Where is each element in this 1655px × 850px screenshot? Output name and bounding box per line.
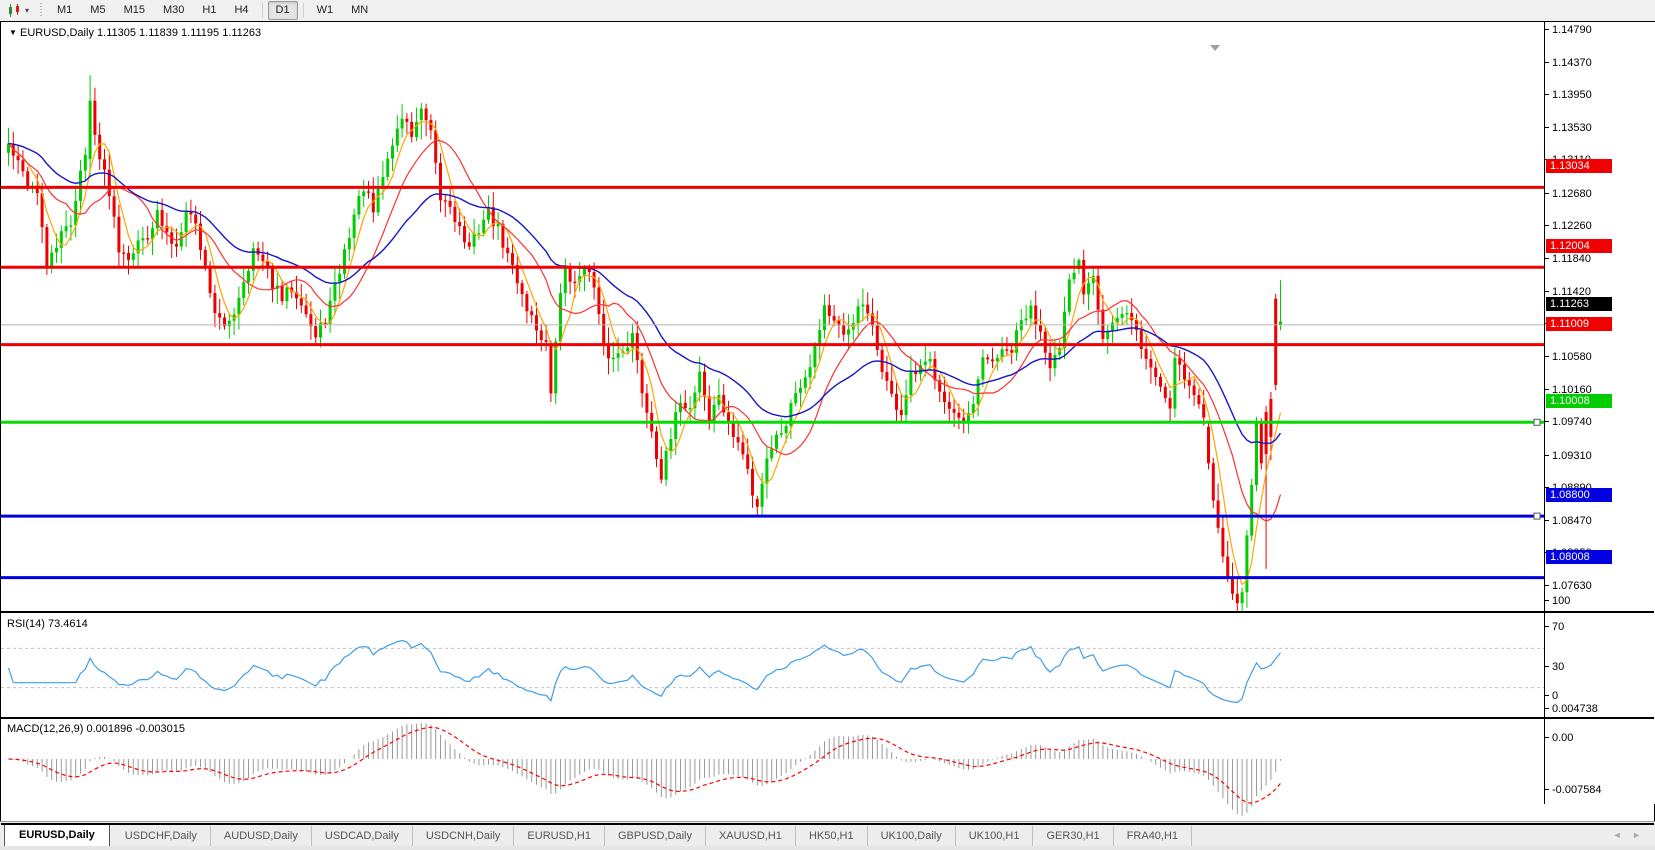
- chart-tab-hk50-h1[interactable]: HK50,H1: [796, 826, 868, 847]
- timeframe-button-h1[interactable]: H1: [194, 1, 224, 20]
- timeframe-button-m15[interactable]: M15: [116, 1, 153, 20]
- price-line-label: 1.08800: [1546, 488, 1612, 502]
- timeframe-toolbar: M1M5M15M30H1H4 D1 W1MN: [48, 1, 377, 20]
- toolbar-separator: [303, 3, 304, 18]
- price-tick-label: 1.08470: [1545, 515, 1592, 527]
- price-tick-label: 1.13950: [1545, 89, 1592, 101]
- price-tick-label: 1.09740: [1545, 416, 1592, 428]
- chart-tab-usdcnh-daily[interactable]: USDCNH,Daily: [413, 826, 515, 847]
- price-tick-label: 1.11840: [1545, 253, 1591, 265]
- price-line-label: 1.08008: [1546, 550, 1612, 564]
- price-axis: 1.147901.143701.139501.135301.131101.126…: [1544, 22, 1655, 804]
- price-tick-label: 1.13530: [1545, 122, 1592, 134]
- chart-tab-fra40-h1[interactable]: FRA40,H1: [1114, 826, 1192, 847]
- chart-window: ▼ EURUSD,Daily 1.11305 1.11839 1.11195 1…: [0, 21, 1655, 822]
- mt4-window: ▾ M1M5M15M30H1H4 D1 W1MN ▼ EURUSD,Daily 1.…: [0, 0, 1655, 850]
- mini-candles-icon: [8, 4, 22, 17]
- chart-title: ▼ EURUSD,Daily 1.11305 1.11839 1.11195 1…: [9, 27, 261, 39]
- line-drag-handle[interactable]: [1534, 513, 1540, 519]
- price-line-label: 1.11009: [1546, 317, 1612, 331]
- chart-tab-uk100-daily[interactable]: UK100,Daily: [868, 826, 956, 847]
- price-tick-label: 1.14370: [1545, 57, 1592, 69]
- macd-tick-label: -0.007584: [1545, 784, 1602, 796]
- tab-scroll-left-icon[interactable]: ◄: [1613, 830, 1622, 840]
- price-tick-label: 1.11420: [1545, 286, 1591, 298]
- chart-type-icon[interactable]: ▾: [5, 3, 32, 18]
- timeframe-button-d1[interactable]: D1: [268, 1, 298, 20]
- timeframe-button-m5[interactable]: M5: [82, 1, 113, 20]
- price-line-label: 1.13034: [1546, 159, 1612, 173]
- dropdown-caret-icon[interactable]: ▾: [25, 6, 29, 15]
- chart-quotes: 1.11305 1.11839 1.11195 1.11263: [97, 27, 261, 39]
- price-line-label: 1.10008: [1546, 394, 1612, 408]
- macd-label: MACD(12,26,9) 0.001896 -0.003015: [7, 723, 185, 735]
- chart-symbol: EURUSD,Daily: [20, 27, 94, 39]
- price-line-label: 1.11263: [1546, 297, 1612, 311]
- line-drag-handle[interactable]: [1534, 419, 1540, 425]
- rsi-label: RSI(14) 73.4614: [7, 618, 88, 630]
- timeframe-button-m1[interactable]: M1: [49, 1, 80, 20]
- macd-tick-label: 0.004738: [1545, 703, 1598, 715]
- rsi-tick-label: 100: [1545, 595, 1570, 607]
- symbol-dropdown-icon[interactable]: ▼: [9, 28, 17, 37]
- price-tick-label: 1.07630: [1545, 580, 1592, 592]
- toolbar: ▾ M1M5M15M30H1H4 D1 W1MN: [0, 0, 1655, 22]
- pane-splitter: [1, 823, 1654, 825]
- pane-splitter[interactable]: [1, 717, 1654, 719]
- price-tick-label: 1.12680: [1545, 188, 1592, 200]
- tab-scroll-arrows: ◄ ►: [1609, 830, 1645, 840]
- rsi-tick-label: 70: [1545, 621, 1564, 633]
- toolbar-separator: [262, 3, 263, 18]
- chart-tab-eurusd-daily[interactable]: EURUSD,Daily: [4, 824, 110, 847]
- price-tick-label: 1.10580: [1545, 351, 1592, 363]
- macd-tick-label: 0.00: [1545, 732, 1573, 744]
- chart-tab-eurusd-h1[interactable]: EURUSD,H1: [514, 826, 605, 847]
- pane-splitter[interactable]: [1, 611, 1654, 613]
- chart-tab-audusd-daily[interactable]: AUDUSD,Daily: [211, 826, 312, 847]
- price-tick-label: 1.12260: [1545, 220, 1592, 232]
- tabs-holder: EURUSD,DailyUSDCHF,DailyAUDUSD,DailyUSDC…: [0, 823, 1192, 847]
- tab-scroll-right-icon[interactable]: ►: [1632, 830, 1641, 840]
- price-line-label: 1.12004: [1546, 239, 1612, 253]
- timeframe-button-mn[interactable]: MN: [343, 1, 376, 20]
- rsi-tick-label: 30: [1545, 661, 1564, 673]
- timeframe-button-h4[interactable]: H4: [226, 1, 256, 20]
- rsi-tick-label: 0: [1545, 690, 1558, 702]
- chart-tab-uk100-h1[interactable]: UK100,H1: [956, 826, 1034, 847]
- chart-tab-ger30-h1[interactable]: GER30,H1: [1033, 826, 1113, 847]
- chart-tab-gbpusd-daily[interactable]: GBPUSD,Daily: [605, 826, 706, 847]
- timeframe-button-w1[interactable]: W1: [309, 1, 342, 20]
- chart-tab-xauusd-h1[interactable]: XAUUSD,H1: [706, 826, 796, 847]
- status-strip: [0, 846, 1655, 850]
- timeframe-button-m30[interactable]: M30: [155, 1, 192, 20]
- price-tick-label: 1.14790: [1545, 24, 1592, 36]
- chart-tab-usdchf-daily[interactable]: USDCHF,Daily: [112, 826, 211, 847]
- toolbar-grip[interactable]: [40, 3, 42, 18]
- chart-canvas[interactable]: [1, 22, 1544, 825]
- chart-tab-usdcad-daily[interactable]: USDCAD,Daily: [312, 826, 413, 847]
- price-tick-label: 1.09310: [1545, 450, 1592, 462]
